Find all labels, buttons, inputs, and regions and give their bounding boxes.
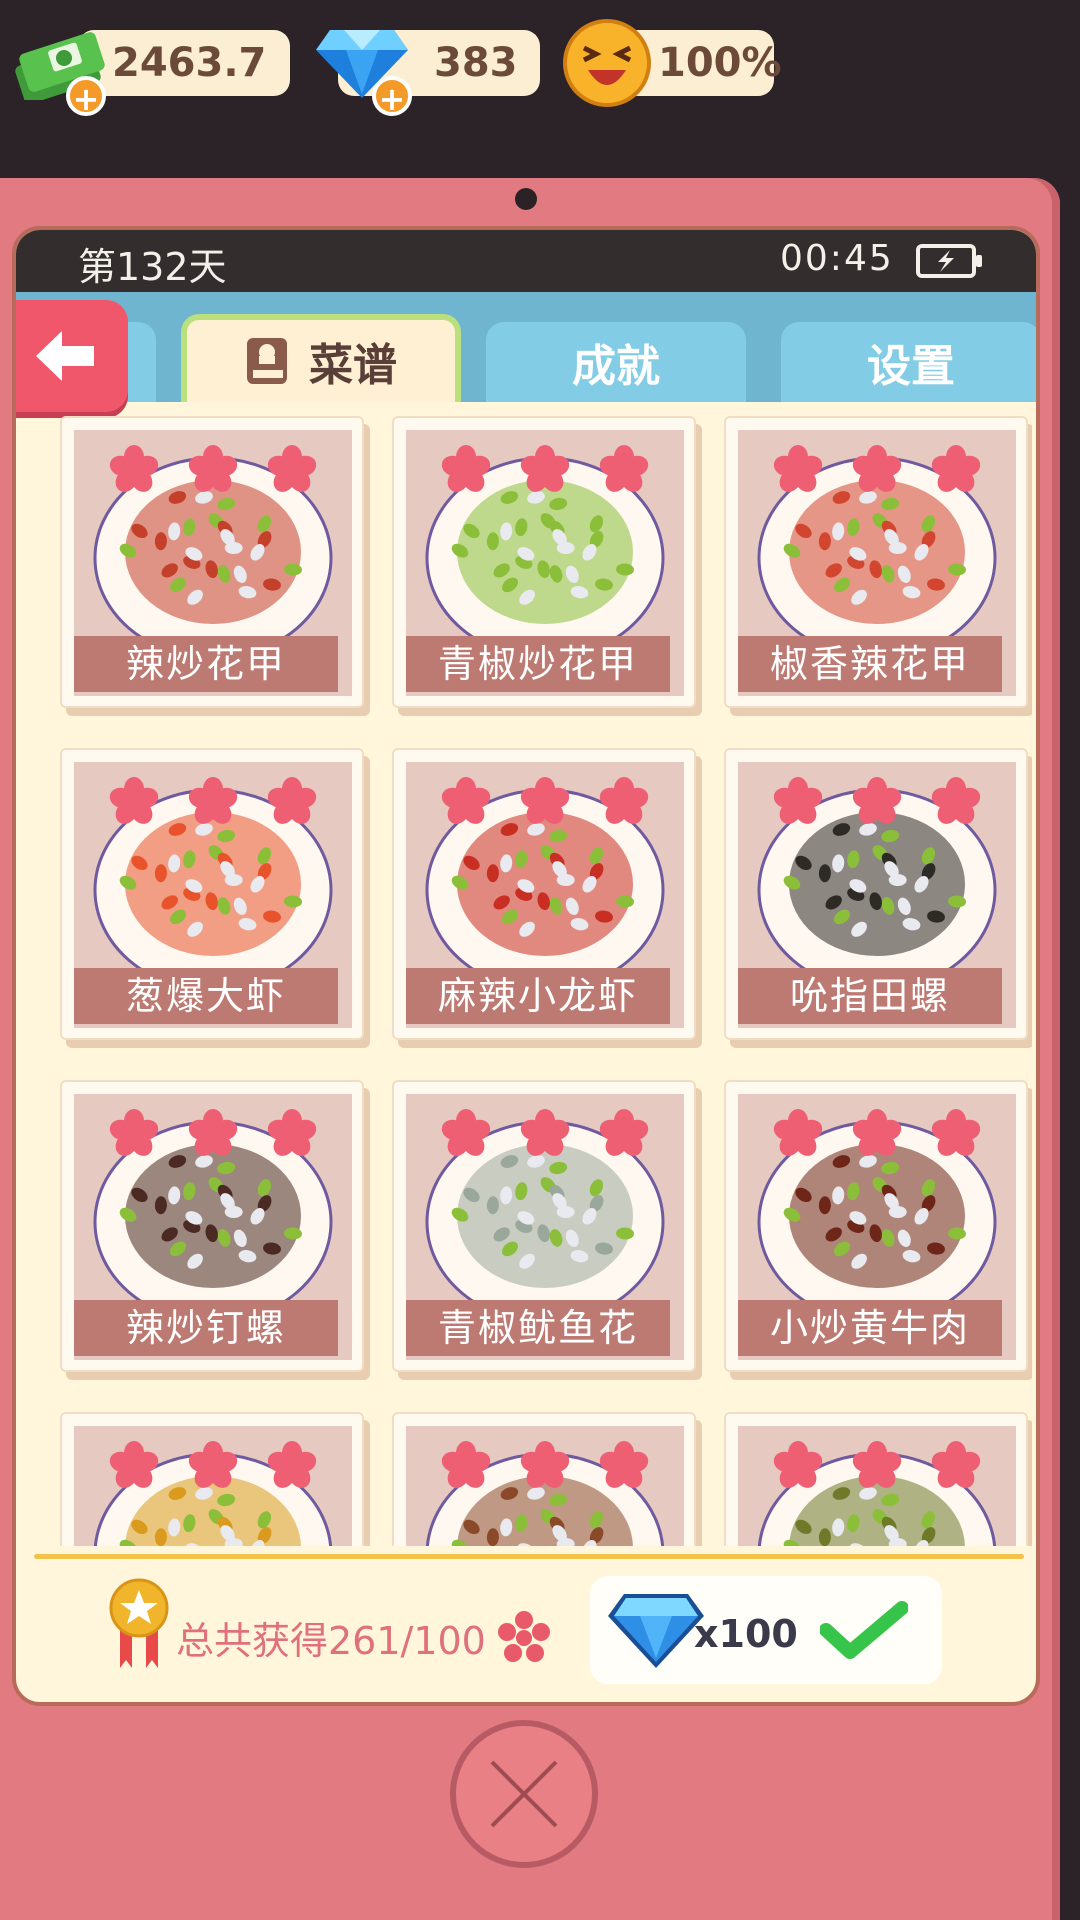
battery-charging-icon [916, 244, 982, 278]
dish-beef-icon [757, 1109, 997, 1304]
add-cash-button[interactable]: + [66, 76, 106, 118]
clock: 00:45 [780, 238, 894, 279]
recipe-name: 青椒炒花甲 [406, 636, 670, 692]
tab-recipe-label: 菜谱 [309, 340, 397, 391]
recipe-card[interactable] [60, 1412, 364, 1546]
flower-icon [498, 1611, 550, 1662]
recipe-name: 青椒鱿鱼花 [406, 1300, 670, 1356]
dish-squid-icon [425, 1109, 665, 1304]
recipe-name: 麻辣小龙虾 [406, 968, 670, 1024]
recipe-name: 葱爆大虾 [74, 968, 338, 1024]
dish-snails-icon [757, 777, 997, 972]
back-button[interactable] [16, 300, 128, 412]
dish-crayfish-icon [425, 777, 665, 972]
tab-bar: 菜谱 成就 设置 [16, 292, 1036, 402]
total-collected-text: 总共获得261/100 [176, 1619, 486, 1663]
close-icon [490, 1760, 558, 1828]
recipe-card[interactable]: 椒香辣花甲 [724, 416, 1028, 708]
recipe-name: 辣炒钉螺 [74, 1300, 338, 1356]
dish-clams-icon [93, 445, 333, 640]
recipe-name: 椒香辣花甲 [738, 636, 1002, 692]
recipe-card[interactable]: 青椒炒花甲 [392, 416, 696, 708]
add-gems-button[interactable]: + [372, 76, 412, 118]
recipe-card[interactable]: 麻辣小龙虾 [392, 748, 696, 1040]
recipe-card[interactable] [724, 1412, 1028, 1546]
dish-clams-icon [757, 445, 997, 640]
tab-achievements[interactable]: 成就 [486, 322, 746, 402]
reward-box[interactable]: x100 [590, 1576, 942, 1684]
recipe-card[interactable]: 葱爆大虾 [60, 748, 364, 1040]
tab-settings-label: 设置 [867, 341, 955, 392]
recipe-card[interactable]: 青椒鱿鱼花 [392, 1080, 696, 1372]
recipe-card[interactable]: 吮指田螺 [724, 748, 1028, 1040]
tab-achievements-label: 成就 [572, 341, 660, 392]
recipe-card[interactable]: 小炒黄牛肉 [724, 1080, 1028, 1372]
dish-stew-icon [93, 1441, 333, 1546]
recipe-card[interactable] [392, 1412, 696, 1546]
dish-clams-icon [425, 445, 665, 640]
recipe-card[interactable]: 辣炒钉螺 [60, 1080, 364, 1372]
checkmark-icon [820, 1601, 908, 1659]
dish-stew-icon [757, 1441, 997, 1546]
medal-icon [109, 1578, 169, 1668]
divider [34, 1554, 1024, 1559]
cash-value: 2463.7 [112, 40, 267, 86]
recipe-grid: 辣炒花甲 青椒炒花甲 椒香辣花甲葱爆大虾 麻辣小龙虾 吮指田螺辣炒钉螺 青椒鱿鱼花 小炒黄牛… [42, 406, 1032, 1546]
gem-value: 383 [434, 40, 518, 86]
diamond-icon [608, 1594, 704, 1668]
camera-dot [515, 188, 537, 210]
tab-recipe[interactable]: 菜谱 [181, 314, 461, 402]
status-bar: 第132天 00:45 [16, 230, 1036, 292]
back-arrow-icon [36, 331, 94, 381]
recipe-name: 吮指田螺 [738, 968, 1002, 1024]
recipe-name: 辣炒花甲 [74, 636, 338, 692]
close-button[interactable] [450, 1720, 598, 1868]
dish-stew-icon [425, 1441, 665, 1546]
reward-gem-count: x100 [694, 1612, 798, 1656]
tablet-screen: 第132天 00:45 菜谱 成就 设置 辣炒花甲 青椒炒花甲 椒香辣花甲葱爆大虾 [12, 226, 1040, 1706]
recipe-name: 小炒黄牛肉 [738, 1300, 1002, 1356]
laughing-face-icon [563, 19, 651, 107]
day-label: 第132天 [78, 245, 227, 289]
dish-shrimp-icon [93, 777, 333, 972]
tab-settings[interactable]: 设置 [781, 322, 1036, 402]
mood-value: 100% [658, 40, 782, 86]
recipe-book-icon [247, 338, 287, 384]
dish-whelks-icon [93, 1109, 333, 1304]
recipe-card[interactable]: 辣炒花甲 [60, 416, 364, 708]
